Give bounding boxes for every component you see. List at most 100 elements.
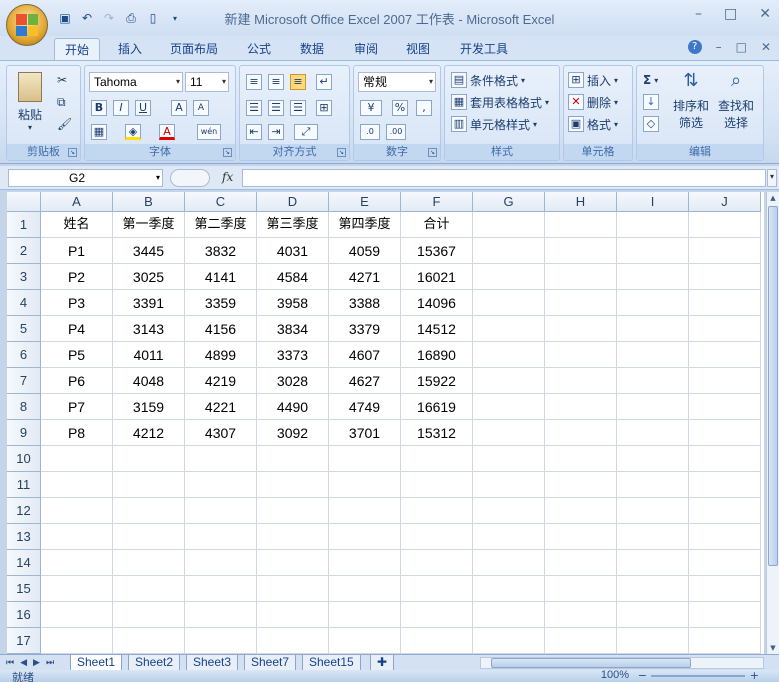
autosum-button[interactable]: Σ ▾: [643, 70, 658, 90]
cell-h11[interactable]: [545, 472, 617, 498]
delete-cells-button[interactable]: ✕ 删除 ▾: [568, 92, 618, 112]
decrease-decimal-icon[interactable]: .00: [386, 124, 406, 140]
tab-page-layout[interactable]: 页面布局: [160, 38, 228, 60]
ribbon-close-button[interactable]: ✕: [761, 40, 771, 54]
italic-button[interactable]: I: [113, 100, 129, 116]
ribbon-restore-button[interactable]: □: [736, 40, 747, 54]
cell-b8[interactable]: 3159: [113, 394, 185, 420]
cell-c6[interactable]: 4899: [185, 342, 257, 368]
cell-f17[interactable]: [401, 628, 473, 654]
cell-j3[interactable]: [689, 264, 761, 290]
cell-a15[interactable]: [41, 576, 113, 602]
row-header-8[interactable]: 8: [7, 394, 41, 420]
cell-h9[interactable]: [545, 420, 617, 446]
increase-indent-icon[interactable]: ⇥: [268, 124, 284, 140]
align-left-icon[interactable]: ☰: [246, 100, 262, 116]
cell-f9[interactable]: 15312: [401, 420, 473, 446]
ribbon-minimize-button[interactable]: –: [716, 40, 722, 54]
sheet-tab-sheet7[interactable]: Sheet7: [244, 655, 297, 671]
cell-c14[interactable]: [185, 550, 257, 576]
insert-cells-button[interactable]: ⊞ 插入 ▾: [568, 70, 618, 90]
cell-d4[interactable]: 3958: [257, 290, 329, 316]
font-launcher-icon[interactable]: ↘: [223, 148, 232, 157]
tab-review[interactable]: 审阅: [344, 38, 388, 60]
tab-insert[interactable]: 插入: [108, 38, 152, 60]
cell-d14[interactable]: [257, 550, 329, 576]
column-header-f[interactable]: F: [401, 192, 473, 212]
cell-b10[interactable]: [113, 446, 185, 472]
cell-f4[interactable]: 14096: [401, 290, 473, 316]
row-header-2[interactable]: 2: [7, 238, 41, 264]
cell-i9[interactable]: [617, 420, 689, 446]
sheet-tab-sheet3[interactable]: Sheet3: [186, 655, 239, 671]
next-sheet-icon[interactable]: ▶: [33, 655, 40, 671]
cell-i11[interactable]: [617, 472, 689, 498]
cell-g13[interactable]: [473, 524, 545, 550]
cell-b4[interactable]: 3391: [113, 290, 185, 316]
cell-g5[interactable]: [473, 316, 545, 342]
cell-i10[interactable]: [617, 446, 689, 472]
cell-g1[interactable]: [473, 212, 545, 238]
cell-f13[interactable]: [401, 524, 473, 550]
row-header-7[interactable]: 7: [7, 368, 41, 394]
cell-h1[interactable]: [545, 212, 617, 238]
zoom-slider[interactable]: [651, 675, 745, 677]
cell-b6[interactable]: 4011: [113, 342, 185, 368]
cell-d6[interactable]: 3373: [257, 342, 329, 368]
cell-i12[interactable]: [617, 498, 689, 524]
cell-b15[interactable]: [113, 576, 185, 602]
text-wrap-icon[interactable]: ↵: [316, 74, 332, 90]
phonetic-button[interactable]: wén: [197, 124, 221, 140]
cell-b17[interactable]: [113, 628, 185, 654]
cell-b7[interactable]: 4048: [113, 368, 185, 394]
cell-c3[interactable]: 4141: [185, 264, 257, 290]
row-header-14[interactable]: 14: [7, 550, 41, 576]
decrease-indent-icon[interactable]: ⇤: [246, 124, 262, 140]
cell-h14[interactable]: [545, 550, 617, 576]
cell-c17[interactable]: [185, 628, 257, 654]
cut-icon[interactable]: ✂: [57, 70, 67, 90]
cell-h4[interactable]: [545, 290, 617, 316]
shrink-font-button[interactable]: A: [193, 100, 209, 116]
tab-data[interactable]: 数据: [290, 38, 334, 60]
align-middle-icon[interactable]: ≡: [268, 74, 284, 90]
align-center-icon[interactable]: ☰: [268, 100, 284, 116]
cell-c9[interactable]: 4307: [185, 420, 257, 446]
cell-i13[interactable]: [617, 524, 689, 550]
cell-e14[interactable]: [329, 550, 401, 576]
column-header-i[interactable]: I: [617, 192, 689, 212]
sort-filter-button[interactable]: ⇅ 排序和 筛选: [671, 70, 711, 131]
cell-b9[interactable]: 4212: [113, 420, 185, 446]
cell-c12[interactable]: [185, 498, 257, 524]
column-header-a[interactable]: A: [41, 192, 113, 212]
cell-g7[interactable]: [473, 368, 545, 394]
currency-icon[interactable]: ¥: [360, 100, 382, 116]
cell-c11[interactable]: [185, 472, 257, 498]
formula-input[interactable]: [242, 169, 766, 187]
row-header-11[interactable]: 11: [7, 472, 41, 498]
bold-button[interactable]: B: [91, 100, 107, 116]
cell-f12[interactable]: [401, 498, 473, 524]
cell-a14[interactable]: [41, 550, 113, 576]
cell-a5[interactable]: P4: [41, 316, 113, 342]
cell-c8[interactable]: 4221: [185, 394, 257, 420]
row-header-13[interactable]: 13: [7, 524, 41, 550]
cell-e12[interactable]: [329, 498, 401, 524]
column-header-d[interactable]: D: [257, 192, 329, 212]
cell-i14[interactable]: [617, 550, 689, 576]
cell-j5[interactable]: [689, 316, 761, 342]
cell-d15[interactable]: [257, 576, 329, 602]
cell-b11[interactable]: [113, 472, 185, 498]
format-painter-icon[interactable]: 🖌: [57, 114, 72, 134]
cell-j12[interactable]: [689, 498, 761, 524]
vertical-scroll-thumb[interactable]: [768, 206, 778, 566]
cell-g12[interactable]: [473, 498, 545, 524]
format-cells-button[interactable]: ▣ 格式 ▾: [568, 114, 618, 134]
cell-j14[interactable]: [689, 550, 761, 576]
cell-f5[interactable]: 14512: [401, 316, 473, 342]
cell-a8[interactable]: P7: [41, 394, 113, 420]
cell-h17[interactable]: [545, 628, 617, 654]
cell-d16[interactable]: [257, 602, 329, 628]
cell-e17[interactable]: [329, 628, 401, 654]
cell-e4[interactable]: 3388: [329, 290, 401, 316]
